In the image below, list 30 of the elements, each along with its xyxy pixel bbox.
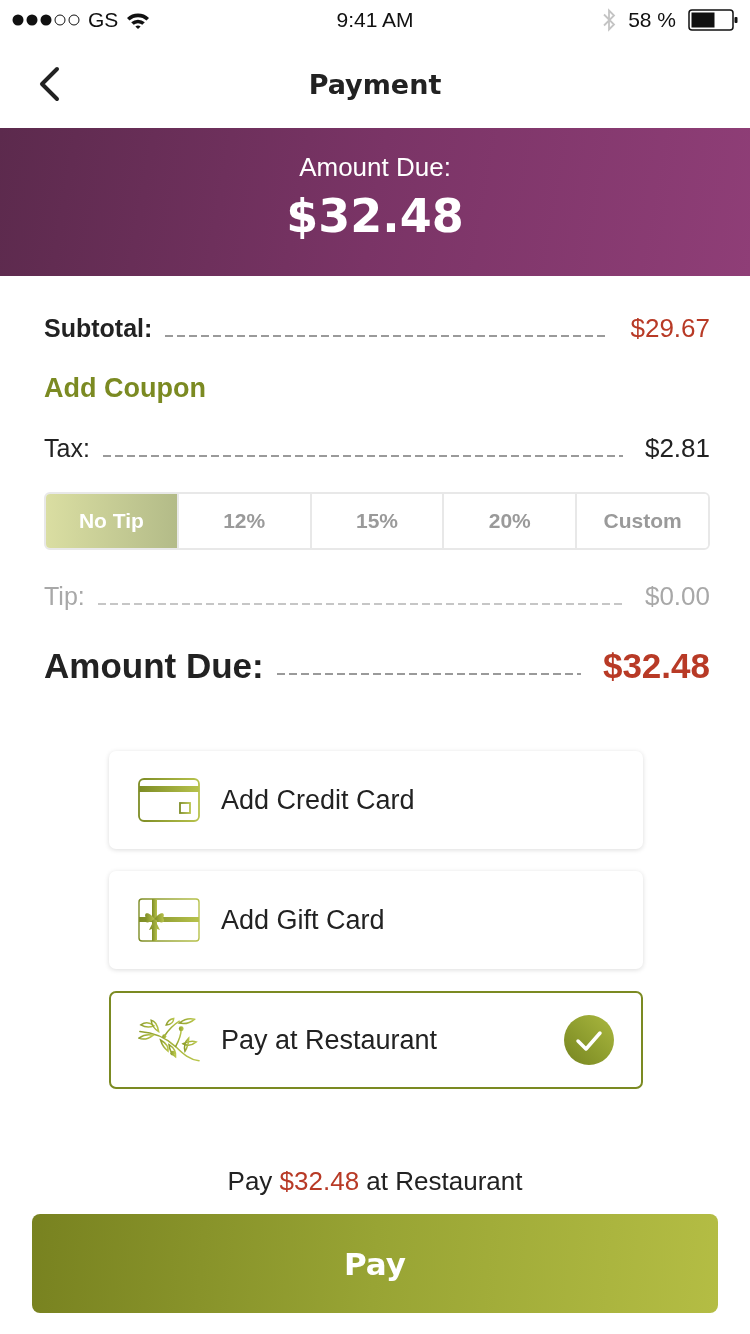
amount-due-value: $32.48 bbox=[286, 190, 464, 242]
signal-strength-icon bbox=[12, 14, 80, 26]
tip-value: $0.00 bbox=[644, 580, 710, 612]
payment-method-option[interactable]: Pay at Restaurant bbox=[109, 991, 643, 1089]
tax-label: Tax: bbox=[44, 433, 90, 463]
wifi-icon bbox=[126, 11, 151, 29]
subtotal-label: Subtotal: bbox=[44, 313, 153, 343]
amount-due-label: Amount Due: bbox=[299, 152, 451, 182]
payment-method-option[interactable]: Add Credit Card bbox=[109, 751, 643, 849]
pay-button[interactable]: Pay bbox=[32, 1214, 718, 1313]
tip-option-tab[interactable]: No Tip bbox=[46, 494, 177, 548]
pay-summary-text: Pay $32.48 at Restaurant bbox=[227, 1165, 523, 1198]
tax-value: $2.81 bbox=[644, 432, 710, 464]
payment-method-option[interactable]: Add Gift Card bbox=[109, 871, 643, 969]
gift-card-icon bbox=[138, 898, 200, 942]
total-label: Amount Due: bbox=[44, 646, 264, 686]
total-value: $32.48 bbox=[602, 646, 710, 686]
carrier-name: GS bbox=[88, 8, 119, 32]
subtotal-value: $29.67 bbox=[630, 312, 710, 344]
tip-label: Tip: bbox=[44, 581, 85, 611]
battery-percentage: 58 % bbox=[628, 8, 676, 32]
status-time: 9:41 AM bbox=[336, 8, 414, 32]
bluetooth-icon bbox=[602, 8, 617, 32]
add-coupon-link[interactable]: Add Coupon bbox=[44, 372, 206, 404]
olive-branch-icon bbox=[138, 1017, 200, 1063]
credit-card-icon bbox=[138, 778, 200, 822]
checkmark-icon bbox=[564, 1015, 614, 1065]
tip-option-tab[interactable]: Custom bbox=[575, 494, 708, 548]
page-title: Payment bbox=[308, 68, 442, 100]
battery-icon bbox=[688, 9, 738, 31]
